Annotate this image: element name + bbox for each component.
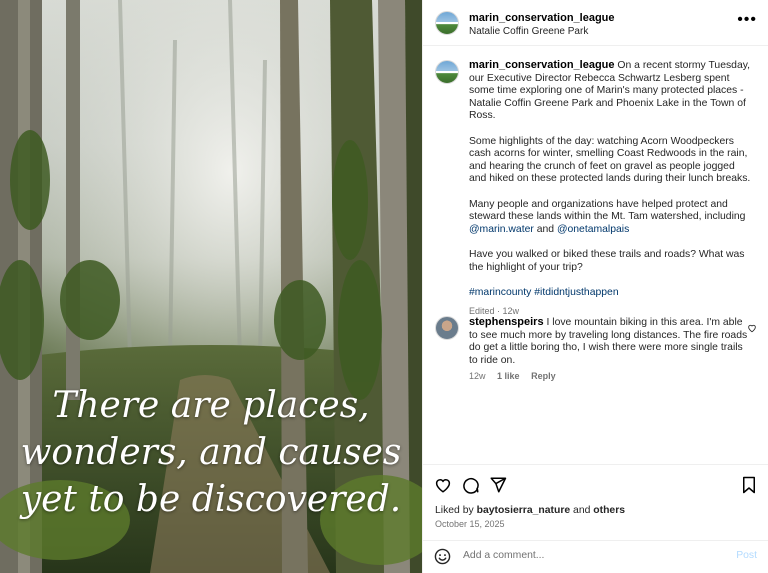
more-icon[interactable]: ••• — [737, 12, 757, 28]
mention-onetamalpais[interactable]: @onetamalpais — [557, 224, 629, 235]
heart-icon[interactable] — [434, 476, 452, 499]
emoji-icon[interactable] — [434, 548, 451, 570]
caption-avatar[interactable] — [435, 60, 459, 84]
comment-time[interactable]: 12w — [469, 371, 486, 381]
caption-paragraph-4: Have you walked or biked these trails an… — [469, 248, 745, 273]
overlay-line-3: yet to be discovered. — [20, 479, 402, 520]
post-side-panel: marin_conservation_league Natalie Coffin… — [422, 0, 768, 573]
liked-by: Liked by baytosierra_nature and others — [435, 505, 625, 516]
mention-marin-water[interactable]: @marin.water — [469, 224, 534, 235]
caption-time[interactable]: 12w — [503, 306, 520, 316]
commenter-avatar[interactable] — [435, 316, 459, 340]
liked-by-user[interactable]: baytosierra_nature — [477, 505, 571, 516]
caption-paragraph-2: Some highlights of the day: watching Aco… — [469, 135, 751, 185]
post-header: marin_conservation_league Natalie Coffin… — [423, 0, 768, 46]
comment-input[interactable] — [461, 549, 725, 562]
comment-like-heart-icon[interactable] — [747, 320, 757, 338]
header-username[interactable]: marin_conservation_league — [469, 12, 615, 24]
comment: stephenspeirs I love mountain biking in … — [469, 316, 753, 367]
comment-icon[interactable] — [462, 476, 480, 499]
avatar[interactable] — [435, 11, 459, 35]
reply-button[interactable]: Reply — [531, 371, 556, 381]
header-location[interactable]: Natalie Coffin Greene Park — [469, 26, 588, 37]
liked-by-prefix: Liked by — [435, 505, 477, 516]
comment-likes[interactable]: 1 like — [497, 371, 520, 381]
edited-label: Edited — [469, 306, 495, 317]
share-icon[interactable] — [489, 476, 507, 499]
post-date[interactable]: October 15, 2025 — [435, 519, 505, 529]
comment-username[interactable]: stephenspeirs — [469, 316, 544, 328]
image-overlay-text: There are places, wonders, and causes ye… — [0, 382, 422, 523]
hashtags[interactable]: #marincounty #itdidntjusthappen — [469, 287, 753, 300]
post-image[interactable]: There are places, wonders, and causes ye… — [0, 0, 422, 573]
add-comment-bar: Post — [423, 540, 768, 573]
post-button[interactable]: Post — [736, 550, 757, 561]
caption-username[interactable]: marin_conservation_league — [469, 59, 615, 71]
liked-others[interactable]: others — [593, 505, 625, 516]
caption: marin_conservation_league On a recent st… — [469, 59, 753, 318]
bookmark-icon[interactable] — [741, 476, 757, 499]
overlay-line-1: There are places, — [52, 385, 370, 426]
caption-and: and — [533, 223, 557, 235]
overlay-line-2: wonders, and causes — [20, 432, 402, 473]
liked-and: and — [570, 505, 594, 516]
caption-paragraph-3: Many people and organizations have helpe… — [469, 198, 746, 223]
comment-meta: 12w 1 like Reply — [469, 371, 565, 381]
actions-bar: Liked by baytosierra_nature and others O… — [423, 464, 768, 544]
